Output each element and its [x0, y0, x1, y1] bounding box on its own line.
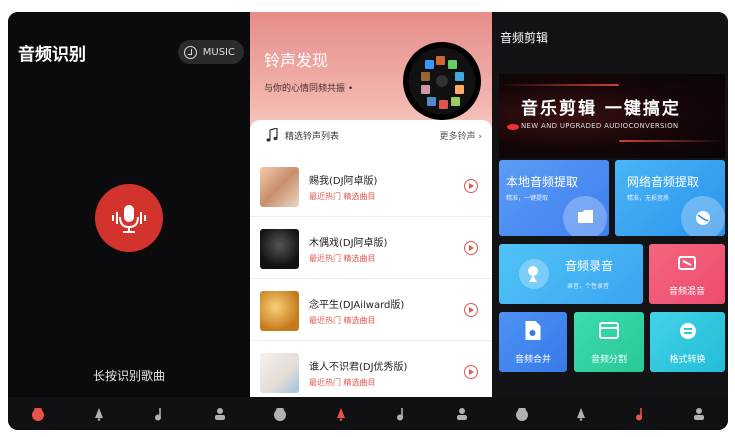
ringtone-row[interactable]: 谁人不识君(DJ优秀版) 最近热门 精选曲目	[250, 341, 492, 397]
split-icon	[599, 322, 619, 339]
song-tag: 最近热门 精选曲目	[309, 254, 376, 263]
music-check-icon	[183, 45, 197, 59]
nav-home-icon[interactable]	[272, 406, 288, 422]
format-convert-card[interactable]: 格式转换	[650, 312, 725, 372]
ringtone-hero-title: 铃声发现	[264, 51, 329, 70]
play-icon[interactable]	[464, 179, 478, 193]
play-icon[interactable]	[464, 241, 478, 255]
microphone-wave-icon	[112, 205, 146, 233]
recognition-title: 音频识别	[18, 45, 86, 65]
nav-bell-icon[interactable]	[573, 406, 589, 422]
mic-person-icon	[528, 266, 538, 282]
song-tag: 最近热门 精选曲目	[309, 378, 376, 387]
audio-record-sub: 录音，个性录音	[567, 283, 610, 290]
nav-home-icon[interactable]	[30, 406, 46, 422]
music-button-label: MUSIC	[202, 46, 235, 58]
bottom-nav-bars	[8, 397, 728, 430]
format-convert-label: 格式转换	[669, 355, 706, 365]
song-tag: 最近热门 精选曲目	[309, 316, 376, 325]
nav-note-icon[interactable]	[632, 406, 648, 422]
press-to-recognize-hint: 长按识别歌曲	[92, 369, 165, 383]
nav-home-icon[interactable]	[514, 406, 530, 422]
local-audio-extract-card[interactable]: 本地音频提取 精准，一键提取	[499, 160, 609, 236]
editor-banner[interactable]: 音乐剪辑 一键搞定 NEW AND UPGRADED AUDIOCONVERSI…	[499, 74, 725, 158]
audio-split-label: 音频分割	[590, 355, 627, 365]
nav-bell-icon[interactable]	[333, 406, 349, 422]
song-title: 木偶戏(DJ阿卓版)	[309, 238, 388, 249]
app-screenshot-frame: 音频识别 MUSIC 长按识别歌曲 铃声发现 与你的心情同频共振 • 精选铃声列…	[8, 12, 728, 430]
nav-bell-icon[interactable]	[91, 406, 107, 422]
audio-mix-label: 音频混音	[668, 287, 705, 297]
song-title: 谁人不识君(DJ优秀版)	[309, 362, 408, 373]
convert-icon	[679, 323, 696, 339]
nav-note-icon[interactable]	[151, 406, 167, 422]
audio-editor-title: 音频剪辑	[500, 31, 549, 45]
ringtone-row[interactable]: 赐我(DJ阿卓版) 最近热门 精选曲目	[250, 155, 492, 217]
nav-user-icon[interactable]	[212, 406, 228, 422]
music-button[interactable]: MUSIC	[177, 40, 244, 64]
nav-note-icon[interactable]	[393, 406, 409, 422]
nav-user-icon[interactable]	[691, 406, 707, 422]
network-audio-extract-card[interactable]: 网络音频提取 精准，无损音质	[615, 160, 725, 236]
audio-record-card[interactable]: 音频录音 录音，个性录音	[499, 244, 643, 304]
song-thumbnail	[260, 291, 299, 331]
more-ringtones-link[interactable]: 更多铃声 ›	[440, 129, 482, 142]
audio-editor-panel: 音频剪辑 音乐剪辑 一键搞定 NEW AND UPGRADED AUDIOCON…	[492, 12, 728, 397]
song-thumbnail	[260, 167, 299, 207]
network-audio-extract-title: 网络音频提取	[627, 175, 700, 189]
mix-icon	[678, 256, 696, 270]
featured-ringtones-header: 精选铃声列表 更多铃声 ›	[250, 120, 492, 150]
local-audio-extract-sub: 精准，一键提取	[506, 195, 549, 202]
song-thumbnail	[260, 353, 299, 393]
merge-file-icon	[525, 321, 541, 340]
local-audio-extract-title: 本地音频提取	[506, 175, 579, 189]
network-audio-extract-sub: 精准，无损音质	[627, 195, 670, 202]
ringtone-row[interactable]: 木偶戏(DJ阿卓版) 最近热门 精选曲目	[250, 217, 492, 279]
audio-merge-card[interactable]: 音频合并	[499, 312, 567, 372]
globe-icon	[696, 211, 710, 225]
song-tag: 最近热门 精选曲目	[309, 192, 376, 201]
bottom-nav-recognition	[8, 397, 250, 430]
banner-subtitle: NEW AND UPGRADED AUDIOCONVERSION	[521, 122, 679, 130]
bottom-nav-ringtone	[250, 397, 492, 430]
audio-mix-card[interactable]: 音频混音	[649, 244, 725, 304]
audio-record-title: 音频录音	[565, 259, 614, 273]
bottom-nav-editor	[492, 397, 728, 430]
audio-split-card[interactable]: 音频分割	[574, 312, 644, 372]
ringtone-hero-subtitle: 与你的心情同频共振 •	[264, 84, 354, 94]
ringtone-list: 赐我(DJ阿卓版) 最近热门 精选曲目 木偶戏(DJ阿卓版) 最近热门 精选曲目…	[250, 155, 492, 397]
ringtone-row[interactable]: 念平生(DJAilward版) 最近热门 精选曲目	[250, 279, 492, 341]
record-recognize-button[interactable]	[95, 184, 163, 252]
ringtone-panel: 铃声发现 与你的心情同频共振 • 精选铃声列表 更多铃声 › 赐我(DJ阿卓版)…	[250, 12, 492, 397]
play-icon[interactable]	[464, 303, 478, 317]
song-title: 念平生(DJAilward版)	[309, 300, 405, 311]
music-note-icon	[266, 128, 278, 142]
audio-merge-label: 音频合并	[514, 355, 551, 365]
nav-user-icon[interactable]	[454, 406, 470, 422]
folder-icon	[578, 210, 593, 223]
album-disc-image	[403, 42, 481, 120]
song-title: 赐我(DJ阿卓版)	[309, 176, 378, 187]
recognition-panel: 音频识别 MUSIC 长按识别歌曲	[8, 12, 250, 397]
featured-ringtones-title: 精选铃声列表	[285, 131, 340, 142]
song-thumbnail	[260, 229, 299, 269]
play-icon[interactable]	[464, 365, 478, 379]
banner-title: 音乐剪辑 一键搞定	[521, 99, 681, 119]
